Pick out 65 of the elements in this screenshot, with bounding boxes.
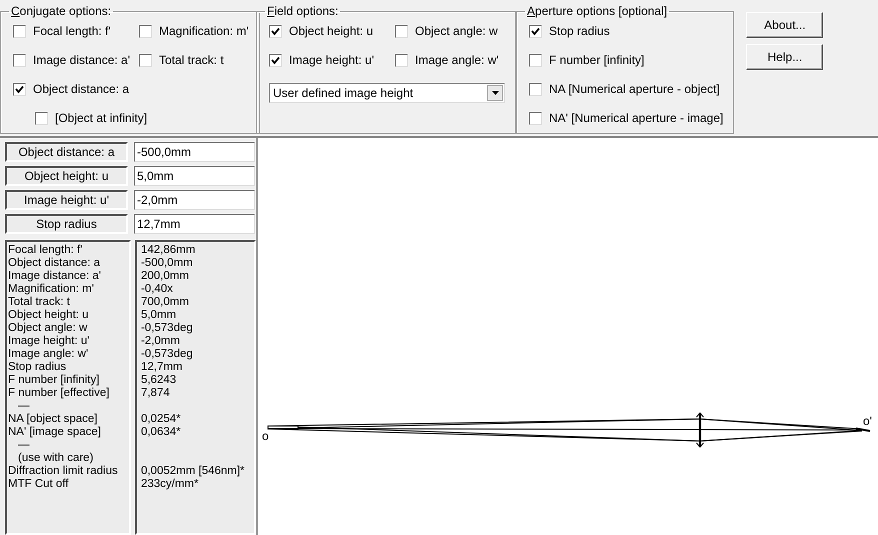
- result-label: Total track: t: [8, 296, 71, 309]
- group-title: Conjugate options:: [10, 4, 112, 18]
- result-value: 5,0mm: [140, 309, 178, 322]
- input-field[interactable]: -500,0mm: [134, 142, 255, 162]
- checkbox-label[interactable]: NA' [Numerical aperture - image]: [549, 111, 724, 125]
- result-label: Diffraction limit radius: [8, 465, 119, 478]
- result-value: 0,0634*: [140, 426, 182, 439]
- checkbox-label[interactable]: Object height: u: [289, 24, 374, 38]
- result-label: Object angle: w: [8, 322, 88, 335]
- result-label: Object height: u: [8, 309, 90, 322]
- result-value: 0,0052mm [546nm]*: [140, 465, 246, 478]
- input-field[interactable]: 12,7mm: [134, 214, 255, 234]
- parameter-label[interactable]: Image height: u': [5, 190, 128, 210]
- checkbox-label[interactable]: Stop radius: [549, 24, 610, 38]
- result-value: 700,0mm: [140, 296, 190, 309]
- checkbox-label[interactable]: Image height: u': [289, 53, 374, 67]
- result-label: Image height: u': [8, 335, 90, 348]
- result-value: -0,573deg: [140, 322, 194, 335]
- result-value: -0,40x: [140, 283, 174, 296]
- dialog-button[interactable]: Help...: [746, 44, 824, 70]
- result-value: 5,6243: [140, 374, 178, 387]
- image-label: o': [863, 414, 872, 428]
- parameter-label[interactable]: Object distance: a: [5, 142, 128, 162]
- checkbox-label[interactable]: NA [Numerical aperture - object]: [549, 82, 720, 96]
- result-label: Object distance: a: [8, 257, 102, 270]
- result-value: -500,0mm: [140, 257, 194, 270]
- result-label: F number [effective]: [8, 387, 110, 400]
- result-value: 233cy/mm*: [140, 478, 200, 491]
- result-label: NA' [image space]: [8, 426, 102, 439]
- checkbox-label[interactable]: Object distance: a: [33, 82, 130, 96]
- result-label: MTF Cut off: [8, 478, 70, 491]
- object-label: o: [262, 429, 269, 443]
- result-note: (use with care): [17, 452, 94, 465]
- result-label: Image angle: w': [8, 348, 90, 361]
- group-title: Aperture options [optional]: [526, 4, 668, 18]
- result-label: F number [infinity]: [8, 374, 100, 387]
- result-value: 200,0mm: [140, 270, 190, 283]
- parameter-label[interactable]: Stop radius: [5, 214, 128, 234]
- checkbox-label[interactable]: Total track: t: [159, 53, 224, 67]
- checkbox-label[interactable]: Focal length: f': [33, 24, 111, 38]
- checkbox-label[interactable]: Image angle: w': [415, 53, 499, 67]
- result-note: —: [17, 400, 30, 413]
- checkbox-label[interactable]: Object angle: w: [415, 24, 498, 38]
- result-value: 0,0254*: [140, 413, 182, 426]
- result-label: NA [object space]: [8, 413, 98, 426]
- result-value: 7,874: [140, 387, 171, 400]
- parameter-label[interactable]: Object height: u: [5, 166, 128, 186]
- dialog-button[interactable]: About...: [746, 12, 824, 38]
- input-field[interactable]: -2,0mm: [134, 190, 255, 210]
- result-note: —: [17, 439, 30, 452]
- result-value: -2,0mm: [140, 335, 181, 348]
- result-value: 142,86mm: [140, 244, 196, 257]
- checkbox-label[interactable]: [Object at infinity]: [55, 111, 148, 125]
- group-title: Field options:: [266, 4, 340, 18]
- result-value: 12,7mm: [140, 361, 184, 374]
- result-label: Stop radius: [8, 361, 68, 374]
- checkbox-label[interactable]: F number [infinity]: [549, 53, 644, 67]
- checkbox-label[interactable]: Magnification: m': [159, 24, 249, 38]
- input-field[interactable]: 5,0mm: [134, 166, 255, 186]
- result-label: Focal length: f': [8, 244, 84, 257]
- result-label: Magnification: m': [8, 283, 95, 296]
- dropdown[interactable]: User defined image height: [269, 83, 505, 103]
- checkbox-label[interactable]: Image distance: a': [33, 53, 130, 67]
- result-label: Image distance: a': [8, 270, 102, 283]
- result-value: -0,573deg: [140, 348, 194, 361]
